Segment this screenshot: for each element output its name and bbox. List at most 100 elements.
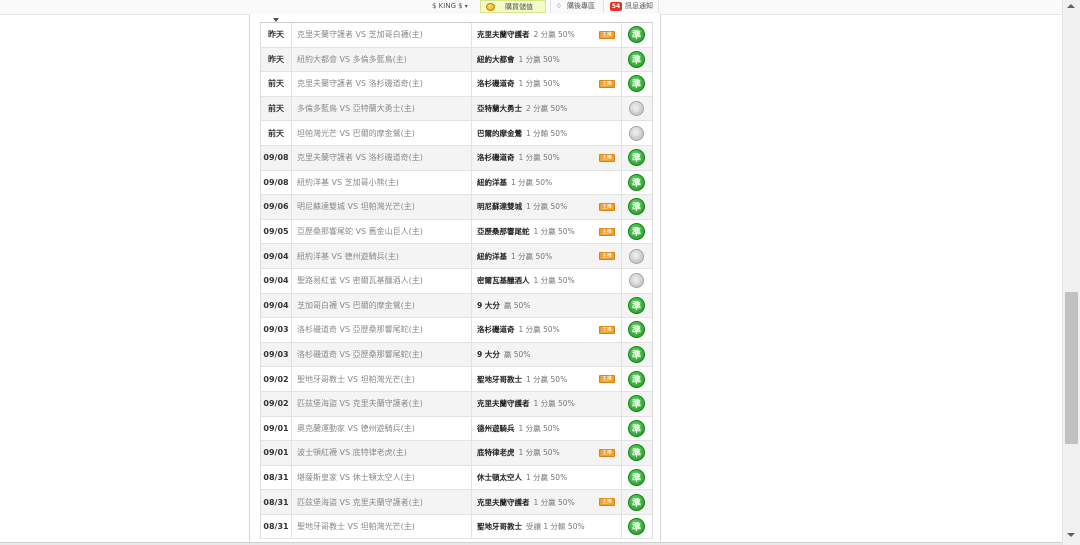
gray-circle-pending-icon: ◎	[629, 273, 644, 289]
gray-circle-pending-icon: ◎	[629, 101, 644, 117]
pick-team: 德州遊騎兵	[477, 423, 515, 433]
green-circle-win-icon: 準	[628, 321, 645, 339]
pick-team: 休士頓太空人	[477, 472, 522, 482]
table-row: 09/08 克里夫蘭守護者 VS 洛杉磯道奇(主) 洛杉磯道奇 1 分贏 50% 主推 準	[261, 145, 652, 171]
pick-odds: 1 分贏 50%	[511, 251, 553, 261]
row-result: 準	[622, 417, 651, 441]
content-frame: 昨天 克里夫蘭守護者 VS 芝加哥白襪(主) 克里夫蘭守護者 2 分贏 50% 主推準昨…	[249, 14, 661, 545]
row-matchup: 聖地牙哥教士 VS 坦帕灣光芒(主)	[292, 367, 472, 391]
pick-team: 克里夫蘭守護者	[477, 30, 530, 40]
row-date: 昨天	[261, 23, 292, 47]
row-matchup: 洛杉磯道奇 VS 亞歷桑那響尾蛇(主)	[292, 318, 472, 342]
green-circle-win-icon: 準	[628, 395, 645, 413]
row-pick: 巴爾的摩金鶯 1 分輸 50%	[472, 121, 622, 145]
table-row: 昨天 克里夫蘭守護者 VS 芝加哥白襪(主) 克里夫蘭守護者 2 分贏 50% 主推 準	[261, 23, 652, 48]
featured-tag-icon: 主推	[599, 202, 615, 211]
row-result: ◎	[622, 97, 651, 121]
featured-tag-icon: 主推	[599, 153, 615, 162]
notifications-link[interactable]: 54 訊息通知	[610, 0, 653, 13]
row-pick: 克里夫蘭守護者 2 分贏 50% 主推	[472, 23, 622, 47]
green-circle-win-icon: 準	[628, 370, 645, 388]
pick-odds: 1 分贏 50%	[518, 79, 560, 89]
row-matchup: 堪薩斯皇家 VS 休士頓太空人(主)	[292, 465, 472, 490]
table-row: 09/08 紐約洋基 VS 芝加哥小熊(主) 紐約洋基 1 分贏 50% 準	[261, 170, 652, 196]
purchased-archive-label: 購後專區	[567, 2, 595, 10]
row-pick: 洛杉磯道奇 1 分贏 50% 主推	[472, 145, 622, 170]
pick-team: 9 大分	[477, 300, 500, 310]
row-result: 準	[622, 220, 651, 244]
row-date: 09/04	[261, 244, 292, 268]
sort-caret-icon[interactable]	[273, 18, 279, 22]
row-date: 09/05	[261, 219, 292, 244]
row-result: 準	[622, 441, 651, 465]
row-matchup: 克里夫蘭守護者 VS 芝加哥白襪(主)	[292, 23, 472, 47]
row-pick: 克里夫蘭守護者 1 分贏 50%	[472, 391, 622, 416]
pick-odds: 1 分贏 50%	[533, 227, 575, 237]
featured-tag-icon: 主推	[599, 30, 615, 39]
row-pick: 休士頓太空人 1 分贏 50%	[472, 465, 622, 490]
row-pick: 德州遊騎兵 1 分贏 50%	[472, 416, 622, 441]
green-circle-win-icon: 準	[628, 149, 645, 167]
row-result: 準	[622, 466, 651, 490]
divider	[603, 0, 604, 13]
row-matchup: 克里夫蘭守護者 VS 洛杉磯道奇(主)	[292, 145, 472, 170]
table-row: 08/31 匹茲堡海盜 VS 克里夫蘭守護者(主) 克里夫蘭守護者 1 分贏 50% 主…	[261, 490, 652, 515]
table-row: 前天 坦帕灣光芒 VS 巴爾的摩金鶯(主) 巴爾的摩金鶯 1 分輸 50% ◎	[261, 121, 652, 146]
pick-team: 亞特蘭大勇士	[477, 104, 522, 114]
row-pick: 紐約洋基 1 分贏 50% 主推	[472, 244, 622, 268]
green-circle-win-icon: 準	[628, 50, 645, 68]
row-date: 前天	[261, 121, 292, 145]
coin-icon	[486, 3, 495, 11]
pick-odds: 1 分贏 50%	[526, 374, 568, 384]
row-result: 準	[622, 171, 651, 195]
scroll-up-arrow-icon[interactable]	[1067, 4, 1075, 8]
page: $ KING $ ▾ 購買儲值 0 購後專區 54 訊息通知 昨天 克里夫蘭守護者 …	[0, 0, 1080, 545]
pick-team: 密爾瓦基釀酒人	[477, 276, 530, 286]
row-pick: 密爾瓦基釀酒人 1 分贏 50%	[472, 268, 622, 293]
buy-topup-button[interactable]: 購買儲值	[480, 0, 546, 13]
featured-tag-icon: 主推	[599, 227, 615, 236]
row-matchup: 紐約洋基 VS 德州遊騎兵(主)	[292, 244, 472, 268]
row-pick: 紐約洋基 1 分贏 50%	[472, 170, 622, 195]
row-pick: 9 大分贏 50%	[472, 293, 622, 318]
pick-odds: 1 分贏 50%	[533, 276, 575, 286]
row-pick: 洛杉磯道奇 1 分贏 50% 主推	[472, 72, 622, 96]
row-date: 09/08	[261, 145, 292, 170]
green-circle-win-icon: 準	[628, 173, 645, 191]
pick-team: 洛杉磯道奇	[477, 325, 515, 335]
scrollbar-thumb[interactable]	[1065, 292, 1078, 444]
green-circle-win-icon: 準	[628, 296, 645, 314]
buy-topup-label: 購買儲值	[505, 3, 533, 11]
green-circle-win-icon: 準	[628, 444, 645, 462]
pick-odds: 1 分贏 50%	[511, 177, 553, 187]
featured-tag-icon: 主推	[599, 252, 615, 261]
row-date: 09/01	[261, 441, 292, 465]
featured-tag-icon: 主推	[599, 498, 615, 507]
row-pick: 9 大分贏 50%	[472, 342, 622, 367]
row-matchup: 明尼蘇達雙城 VS 坦帕灣光芒(主)	[292, 195, 472, 219]
vertical-scrollbar[interactable]	[1062, 0, 1080, 545]
row-date: 08/31	[261, 490, 292, 514]
pick-odds: 1 分贏 50%	[518, 325, 560, 335]
row-date: 08/31	[261, 465, 292, 490]
row-pick: 底特律老虎 1 分贏 50% 主推	[472, 441, 622, 465]
purchased-archive-link[interactable]: 0 購後專區	[556, 0, 595, 13]
scroll-down-arrow-icon[interactable]	[1067, 533, 1075, 537]
user-name: $ KING $	[432, 2, 463, 10]
row-date: 09/06	[261, 195, 292, 219]
green-circle-win-icon: 準	[628, 223, 645, 241]
pick-odds: 1 分贏 50%	[518, 153, 560, 163]
row-result: 準	[622, 146, 651, 170]
row-result: 準	[622, 23, 651, 47]
table-row: 09/03 洛杉磯道奇 VS 亞歷桑那響尾蛇(主) 洛杉磯道奇 1 分贏 50% 主推 準	[261, 318, 652, 343]
pick-team: 克里夫蘭守護者	[477, 497, 530, 507]
table-row: 昨天 紐約大都會 VS 多倫多藍鳥(主) 紐約大都會 1 分贏 50% 準	[261, 47, 652, 73]
row-result: 準	[622, 490, 651, 514]
user-menu[interactable]: $ KING $ ▾	[432, 0, 468, 13]
row-matchup: 匹茲堡海盜 VS 克里夫蘭守護者(主)	[292, 490, 472, 514]
row-result: 準	[622, 367, 651, 391]
pick-odds: 1 分贏 50%	[526, 202, 568, 212]
row-result: ◎	[622, 269, 651, 293]
pick-team: 紐約洋基	[477, 251, 507, 261]
pick-team: 克里夫蘭守護者	[477, 399, 530, 409]
